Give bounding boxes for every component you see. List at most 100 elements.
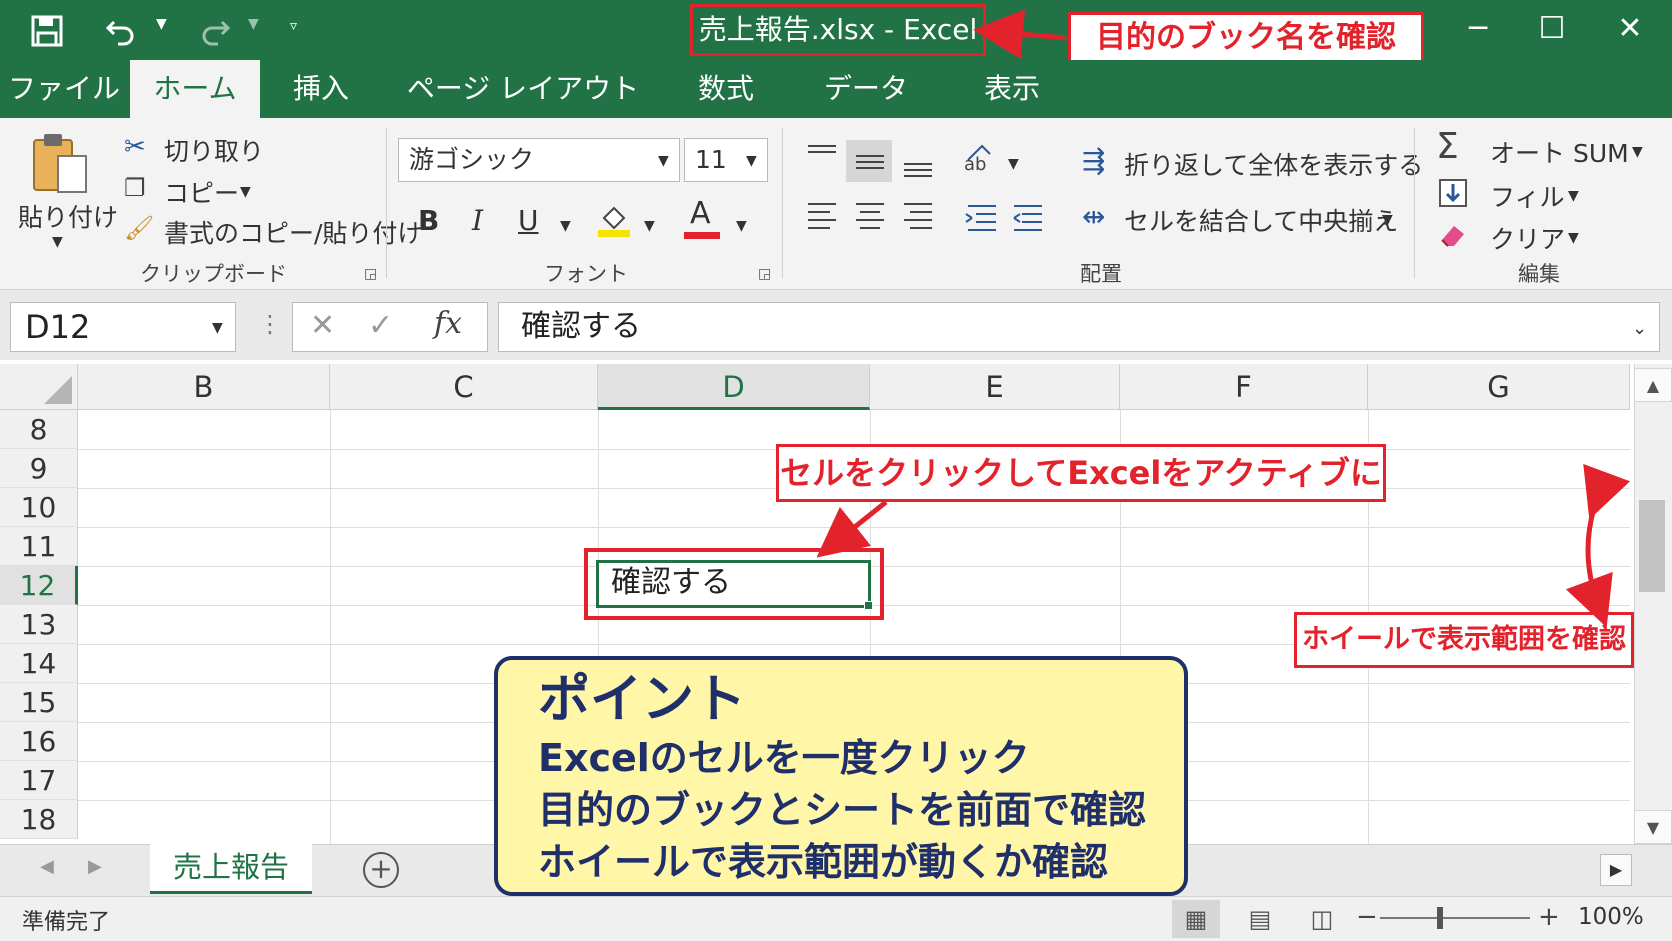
clipboard-launcher-icon[interactable]: ◲: [364, 266, 377, 282]
clear-button[interactable]: クリア: [1490, 220, 1565, 256]
column-header[interactable]: C: [330, 364, 598, 410]
redo-icon[interactable]: [198, 10, 232, 59]
paste-dropdown-icon[interactable]: ▼: [52, 234, 63, 250]
row-header-selected[interactable]: 12: [0, 566, 78, 605]
paste-button[interactable]: 貼り付け: [18, 198, 118, 234]
font-name-select[interactable]: 游ゴシック: [398, 138, 680, 182]
row-header[interactable]: 9: [0, 449, 78, 488]
zoom-level[interactable]: 100%: [1578, 904, 1644, 930]
name-box-dropdown-icon[interactable]: ▼: [212, 320, 223, 336]
merge-center-button[interactable]: セルを結合して中央揃え: [1124, 202, 1398, 238]
clear-dropdown-icon[interactable]: ▼: [1568, 230, 1579, 246]
underline-dropdown-icon[interactable]: ▼: [560, 218, 571, 234]
tab-home[interactable]: ホーム: [130, 60, 260, 118]
zoom-in-icon[interactable]: +: [1538, 902, 1560, 932]
sheet-prev-arrow-icon[interactable]: ◀: [40, 856, 54, 877]
scroll-up-arrow-icon[interactable]: ▲: [1634, 368, 1672, 402]
tab-data[interactable]: データ: [808, 60, 924, 118]
customize-icon[interactable]: ▿: [290, 18, 297, 34]
close-button[interactable]: ✕: [1600, 6, 1660, 52]
fill-button[interactable]: フィル: [1490, 178, 1565, 214]
vertical-scrollbar[interactable]: [1634, 364, 1672, 844]
underline-button[interactable]: U: [518, 204, 539, 237]
zoom-slider-thumb[interactable]: [1437, 907, 1443, 929]
row-header[interactable]: 15: [0, 683, 78, 722]
tab-formulas[interactable]: 数式: [680, 60, 772, 118]
autosum-button[interactable]: オート SUM: [1490, 134, 1629, 170]
row-header[interactable]: 16: [0, 722, 78, 761]
scroll-down-arrow-icon[interactable]: ▼: [1634, 810, 1672, 844]
font-color-button[interactable]: A: [690, 196, 711, 231]
wrap-text-button[interactable]: 折り返して全体を表示する: [1124, 146, 1423, 182]
formula-input[interactable]: 確認する: [498, 302, 1660, 352]
zoom-out-icon[interactable]: −: [1356, 902, 1378, 932]
merge-center-icon: ⇹: [1082, 200, 1106, 233]
column-header-selected[interactable]: D: [598, 364, 870, 410]
scissors-icon: ✂: [124, 132, 146, 162]
tab-insert[interactable]: 挿入: [276, 60, 366, 118]
add-sheet-icon[interactable]: +: [363, 852, 399, 888]
expand-formula-icon[interactable]: ⌄: [1632, 318, 1647, 339]
cut-button[interactable]: 切り取り: [164, 132, 264, 168]
sheet-tab-active[interactable]: 売上報告: [150, 844, 312, 894]
page-layout-view-icon[interactable]: ▤: [1236, 900, 1284, 938]
italic-button[interactable]: I: [472, 204, 483, 237]
tab-page-layout[interactable]: ページ レイアウト: [400, 60, 646, 118]
fill-color-icon[interactable]: [596, 202, 632, 242]
merge-center-dropdown-icon[interactable]: ▼: [1382, 212, 1393, 228]
maximize-button[interactable]: ☐: [1522, 6, 1582, 52]
ribbon-separator: [782, 128, 783, 278]
column-header[interactable]: G: [1368, 364, 1630, 410]
insert-function-icon[interactable]: fx: [434, 306, 462, 341]
save-icon[interactable]: [30, 10, 64, 59]
name-box[interactable]: D12: [10, 302, 236, 352]
alignment-icons[interactable]: ab: [800, 140, 1060, 250]
row-header[interactable]: 18: [0, 800, 78, 839]
format-painter-button[interactable]: 書式のコピー/貼り付け: [164, 214, 422, 250]
column-header[interactable]: F: [1120, 364, 1368, 410]
cancel-icon[interactable]: ✕: [310, 308, 335, 343]
paste-icon[interactable]: [28, 130, 92, 202]
point-line: 目的のブックとシートを前面で確認: [538, 788, 1147, 832]
font-color-dropdown-icon[interactable]: ▼: [736, 218, 747, 234]
fill-handle[interactable]: [864, 601, 873, 610]
ribbon-separator: [386, 128, 387, 278]
copy-button[interactable]: コピー: [164, 174, 239, 210]
fill-dropdown-icon[interactable]: ▼: [1568, 188, 1579, 204]
undo-icon[interactable]: [104, 10, 138, 59]
font-size-dropdown-icon[interactable]: ▼: [746, 153, 757, 169]
tab-file[interactable]: ファイル: [8, 60, 120, 118]
normal-view-icon[interactable]: ▦: [1172, 900, 1220, 938]
formula-bar-grip-icon[interactable]: ⋮: [258, 310, 282, 338]
redo-dropdown-icon[interactable]: ▼: [248, 16, 259, 32]
fill-color-dropdown-icon[interactable]: ▼: [644, 218, 655, 234]
row-header[interactable]: 8: [0, 410, 78, 449]
page-break-view-icon[interactable]: ◫: [1298, 900, 1346, 938]
scroll-right-arrow-icon[interactable]: ▶: [1600, 854, 1632, 886]
row-header[interactable]: 14: [0, 644, 78, 683]
minimize-button[interactable]: ─: [1448, 6, 1508, 52]
undo-dropdown-icon[interactable]: ▼: [156, 16, 167, 32]
tab-view[interactable]: 表示: [964, 60, 1060, 118]
active-cell-d12[interactable]: 確認する: [596, 560, 871, 608]
row-header[interactable]: 11: [0, 527, 78, 566]
ribbon-separator: [1414, 128, 1415, 278]
row-header[interactable]: 17: [0, 761, 78, 800]
column-header[interactable]: B: [78, 364, 330, 410]
font-name-dropdown-icon[interactable]: ▼: [658, 153, 669, 169]
orientation-dropdown-icon[interactable]: ▼: [1008, 156, 1019, 172]
callout-wheel: ホイールで表示範囲を確認: [1294, 612, 1634, 668]
bold-button[interactable]: B: [418, 204, 439, 237]
copy-dropdown-icon[interactable]: ▼: [240, 184, 251, 200]
vertical-scroll-thumb[interactable]: [1639, 500, 1665, 592]
enter-icon[interactable]: ✓: [368, 308, 393, 343]
autosum-dropdown-icon[interactable]: ▼: [1632, 144, 1643, 160]
column-header[interactable]: E: [870, 364, 1120, 410]
zoom-slider[interactable]: [1380, 917, 1530, 919]
font-launcher-icon[interactable]: ◲: [758, 266, 771, 282]
row-header[interactable]: 10: [0, 488, 78, 527]
sheet-next-arrow-icon[interactable]: ▶: [88, 856, 102, 877]
row-header[interactable]: 13: [0, 605, 78, 644]
gridline: [78, 527, 1630, 528]
select-all-corner[interactable]: [0, 364, 78, 410]
